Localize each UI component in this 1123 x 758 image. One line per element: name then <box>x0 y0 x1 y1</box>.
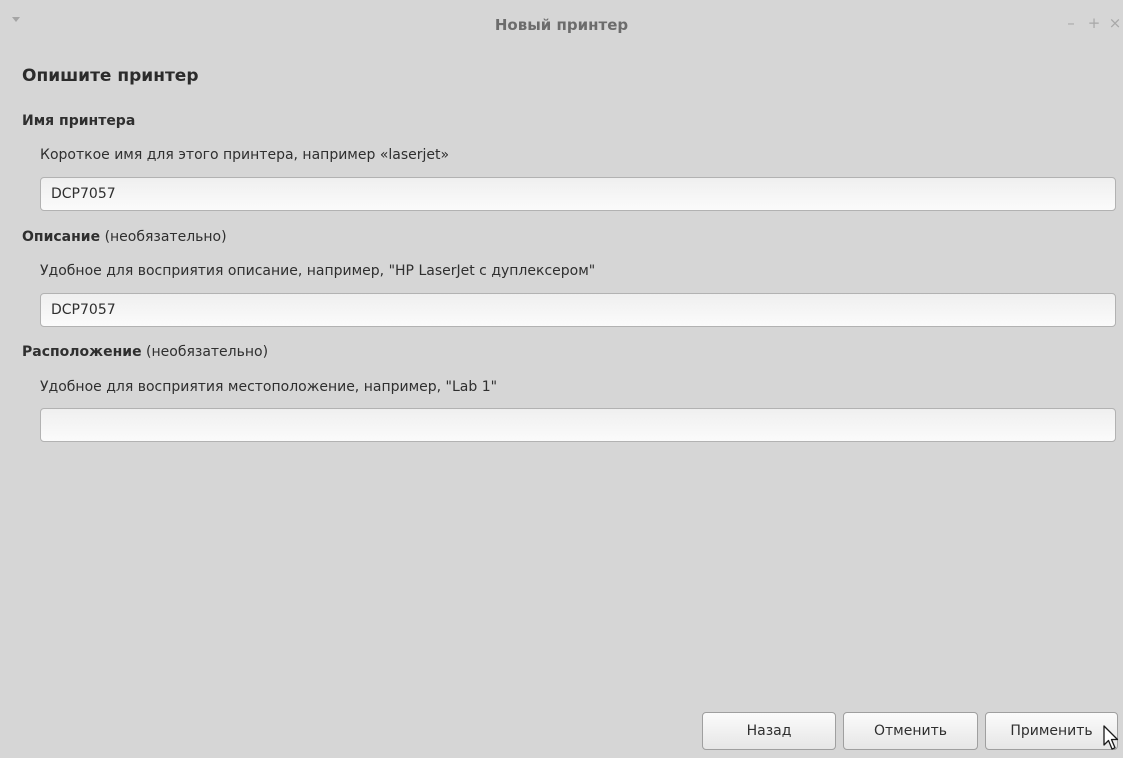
location-hint: Удобное для восприятия местоположение, н… <box>40 379 498 395</box>
printer-name-hint: Короткое имя для этого принтера, наприме… <box>40 147 450 163</box>
printer-name-field[interactable] <box>40 177 1116 211</box>
title-bar[interactable]: Новый принтер – + × <box>0 0 1123 50</box>
maximize-icon[interactable]: + <box>1085 12 1103 34</box>
location-label: Расположение (необязательно) <box>22 344 268 360</box>
description-title: Описание <box>22 229 101 245</box>
cancel-button[interactable]: Отменить <box>843 712 978 750</box>
printer-name-title: Имя принтера <box>22 113 136 129</box>
apply-button[interactable]: Применить <box>985 712 1118 750</box>
location-optional: (необязательно) <box>146 344 269 360</box>
description-optional: (необязательно) <box>104 229 227 245</box>
description-hint: Удобное для восприятия описание, наприме… <box>40 263 596 279</box>
close-icon[interactable]: × <box>1106 12 1123 34</box>
page-heading: Опишите принтер <box>22 66 199 86</box>
window-title: Новый принтер <box>494 16 629 34</box>
printer-name-label: Имя принтера <box>22 113 135 129</box>
back-button[interactable]: Назад <box>702 712 836 750</box>
location-field[interactable] <box>40 408 1116 442</box>
new-printer-window: Новый принтер – + × Опишите принтер Имя … <box>0 0 1123 758</box>
mouse-pointer-icon <box>1103 725 1119 750</box>
description-label: Описание (необязательно) <box>22 229 227 245</box>
location-title: Расположение <box>22 344 142 360</box>
description-field[interactable] <box>40 293 1116 327</box>
minimize-icon[interactable]: – <box>1062 12 1080 34</box>
